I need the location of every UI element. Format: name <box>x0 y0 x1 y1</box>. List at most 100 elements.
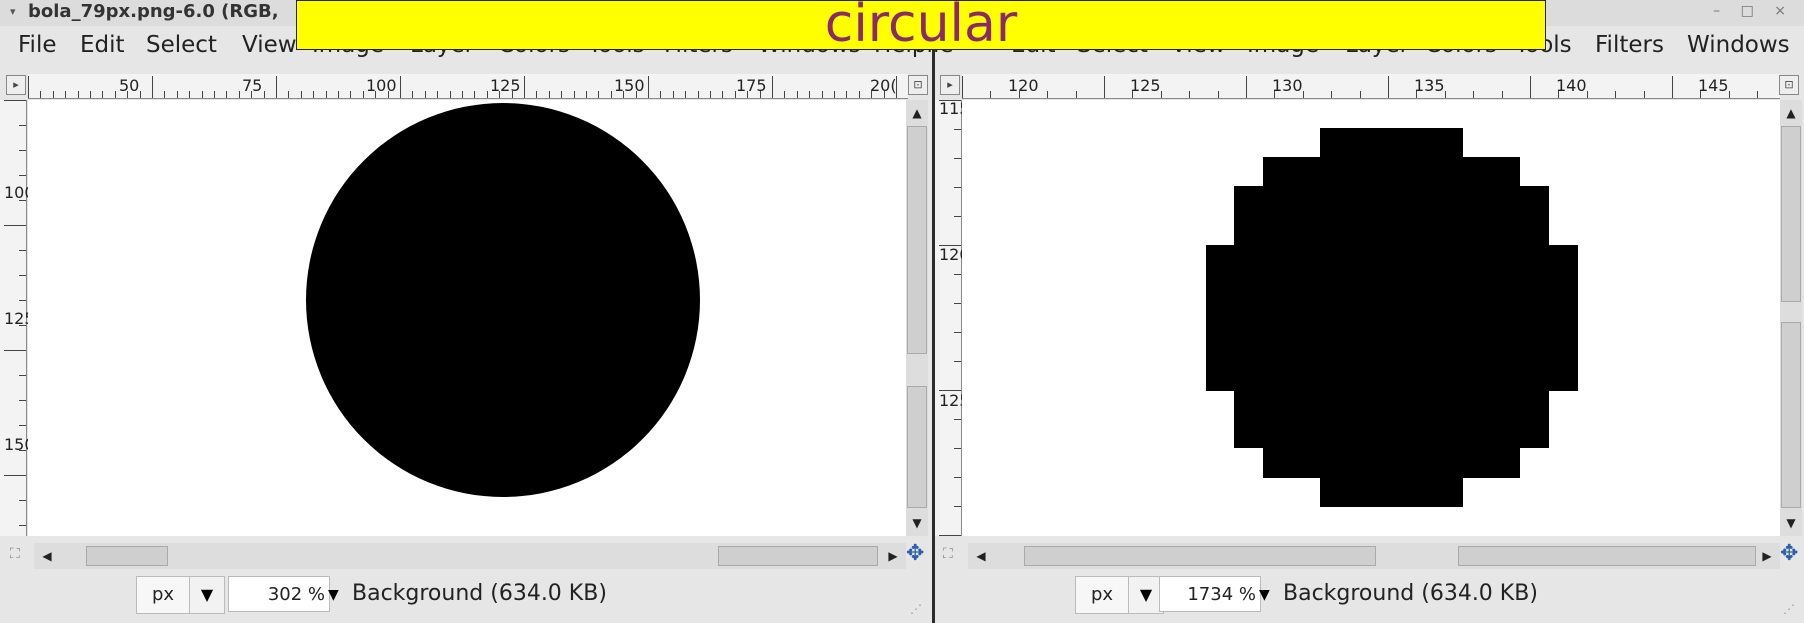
right-vertical-scrollbar[interactable]: ▲ ▼ <box>1780 100 1802 536</box>
scroll-down-icon[interactable]: ▼ <box>1780 512 1802 534</box>
circle-image-302 <box>306 103 700 497</box>
menu-edit[interactable]: Edit <box>80 32 125 58</box>
ruler-tick <box>19 175 26 176</box>
ruler-tick <box>1672 76 1673 98</box>
ruler-tick <box>176 91 178 98</box>
ruler-tick <box>954 303 961 304</box>
ruler-tick <box>954 506 961 507</box>
ruler-tick <box>1160 91 1162 98</box>
resize-grip-icon[interactable]: ⋰ <box>1783 602 1795 616</box>
right-horizontal-scrollbar[interactable]: ◀ ▶ <box>968 543 1780 569</box>
ruler-tick <box>954 274 961 275</box>
zoom-fit-icon[interactable]: ⊡ <box>1779 75 1799 95</box>
ruler-tick <box>772 76 773 98</box>
menu-select[interactable]: Select <box>146 32 217 58</box>
right-vertical-ruler[interactable]: 115 120 125 <box>935 100 970 536</box>
unit-selector[interactable]: px <box>1075 576 1129 614</box>
left-horizontal-scrollbar[interactable]: ◀ ▶ <box>34 543 906 569</box>
right-horizontal-ruler[interactable]: 120 125 130 135 140 145 <box>962 74 1780 99</box>
ruler-tick <box>722 91 724 98</box>
right-hscroll-thumb[interactable] <box>1458 546 1756 566</box>
right-statusbar: px ▼ 1734 % ▼ Background (634.0 KB) ⋰ <box>935 572 1804 618</box>
right-vscroll-track-segment[interactable] <box>1781 322 1801 508</box>
menu-file[interactable]: File <box>18 32 57 58</box>
window-menu-arrow-icon[interactable]: ▾ <box>10 5 16 18</box>
zoom-dropdown-icon[interactable]: ▼ <box>328 577 339 613</box>
ruler-tick <box>19 525 26 526</box>
left-hscroll-thumb[interactable] <box>718 546 878 566</box>
zoom-dropdown-icon[interactable]: ▼ <box>1259 577 1270 613</box>
hruler-label: 120 <box>1008 76 1039 95</box>
ruler-tick <box>4 100 26 101</box>
ruler-tick <box>796 91 798 98</box>
left-vertical-scrollbar[interactable]: ▲ ▼ <box>906 100 928 536</box>
ruler-tick <box>19 200 26 201</box>
quick-mask-icon[interactable]: ⛶ <box>10 546 20 562</box>
vruler-label: 120 <box>939 245 970 264</box>
scroll-right-icon[interactable]: ▶ <box>1756 543 1778 569</box>
ruler-tick <box>747 91 749 98</box>
ruler-tick <box>610 91 612 98</box>
ruler-tick <box>300 91 302 98</box>
scroll-right-icon[interactable]: ▶ <box>882 543 904 569</box>
ruler-tick <box>821 91 823 98</box>
ruler-tick <box>164 91 166 98</box>
left-hscroll-track-start[interactable] <box>86 546 168 566</box>
hruler-label: 150 <box>614 76 645 95</box>
ruler-tick <box>685 91 687 98</box>
scroll-up-icon[interactable]: ▲ <box>1780 102 1802 124</box>
resize-grip-icon[interactable]: ⋰ <box>910 602 922 616</box>
right-vscroll-thumb[interactable] <box>1781 126 1801 302</box>
ruler-menu-button[interactable]: ▸ <box>940 75 960 95</box>
menu-filters[interactable]: Filters <box>1595 32 1664 58</box>
right-image-canvas[interactable] <box>962 100 1780 536</box>
navigate-icon[interactable]: ✥ <box>1780 541 1798 566</box>
circular-caption-banner: circular <box>296 0 1546 50</box>
ruler-tick <box>784 91 786 98</box>
right-hscroll-track-start[interactable] <box>1024 546 1376 566</box>
ruler-tick <box>939 535 961 536</box>
menu-view[interactable]: View <box>242 32 297 58</box>
hruler-label: 140 <box>1556 76 1587 95</box>
ruler-tick <box>954 361 961 362</box>
unit-selector[interactable]: px <box>136 576 190 614</box>
scroll-left-icon[interactable]: ◀ <box>970 543 992 569</box>
menu-windows[interactable]: Windows <box>1687 32 1790 58</box>
left-horizontal-ruler[interactable]: 50 75 100 125 150 175 20( <box>28 74 908 99</box>
ruler-tick <box>734 91 736 98</box>
left-vscroll-track-segment[interactable] <box>907 386 927 508</box>
ruler-tick <box>1728 91 1730 98</box>
menu-view-label: View <box>242 32 297 58</box>
menu-file-label: File <box>18 32 57 58</box>
scroll-left-icon[interactable]: ◀ <box>36 543 58 569</box>
ruler-tick <box>1558 91 1560 98</box>
left-image-canvas[interactable] <box>28 100 906 536</box>
ruler-tick <box>474 91 476 98</box>
quick-mask-icon[interactable]: ⛶ <box>943 546 953 562</box>
ruler-tick <box>4 475 26 476</box>
ruler-tick <box>102 91 104 98</box>
menu-edit-label: Edit <box>80 32 125 58</box>
unit-dropdown-icon[interactable]: ▼ <box>189 576 225 614</box>
ruler-tick <box>19 150 26 151</box>
zoom-fit-icon[interactable]: ⊡ <box>908 75 928 95</box>
scroll-down-icon[interactable]: ▼ <box>906 512 928 534</box>
ruler-tick <box>1047 91 1049 98</box>
left-statusbar: px ▼ 302 % ▼ Background (634.0 KB) ⋰ <box>0 572 932 618</box>
ruler-tick <box>710 91 711 98</box>
ruler-menu-button[interactable]: ▸ <box>6 75 26 95</box>
ruler-tick <box>954 129 961 130</box>
ruler-tick <box>1104 76 1105 98</box>
ruler-tick <box>561 91 563 98</box>
ruler-tick <box>313 91 315 98</box>
left-vertical-ruler[interactable]: 100 125 150 <box>0 100 35 536</box>
ruler-tick <box>189 91 191 98</box>
navigate-icon[interactable]: ✥ <box>906 541 924 566</box>
ruler-tick <box>19 325 26 326</box>
scroll-up-icon[interactable]: ▲ <box>906 102 928 124</box>
zoom-field[interactable]: 1734 % <box>1159 576 1261 612</box>
window-controls[interactable]: – □ × <box>1713 3 1794 19</box>
menu-windows-label: Windows <box>1687 32 1790 58</box>
zoom-field[interactable]: 302 % <box>228 576 330 612</box>
left-vscroll-thumb[interactable] <box>907 126 927 354</box>
